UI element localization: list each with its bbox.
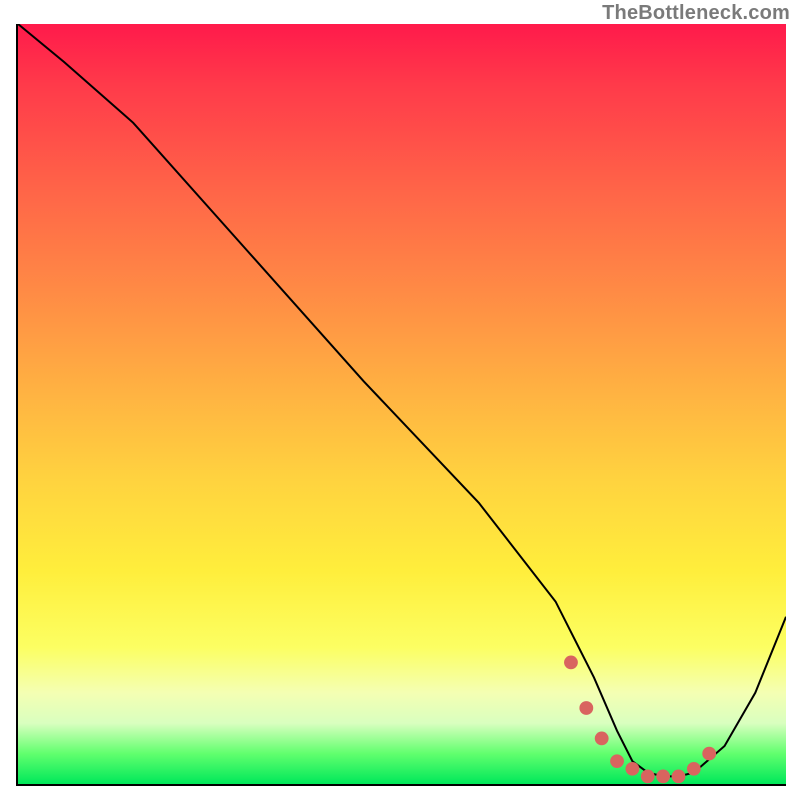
- bottleneck-curve: [18, 24, 786, 776]
- valley-marker: [641, 770, 655, 784]
- plot-area: [16, 24, 786, 786]
- valley-marker: [702, 747, 716, 761]
- overlay-svg: [18, 24, 786, 784]
- valley-marker: [564, 656, 578, 670]
- valley-marker: [687, 762, 701, 776]
- valley-marker: [595, 732, 609, 746]
- valley-marker: [672, 770, 686, 784]
- chart-container: TheBottleneck.com: [0, 0, 800, 800]
- valley-marker: [610, 754, 624, 768]
- valley-marker: [625, 762, 639, 776]
- attribution-text: TheBottleneck.com: [602, 2, 790, 25]
- valley-markers: [564, 656, 716, 784]
- valley-marker: [656, 770, 670, 784]
- valley-marker: [579, 701, 593, 715]
